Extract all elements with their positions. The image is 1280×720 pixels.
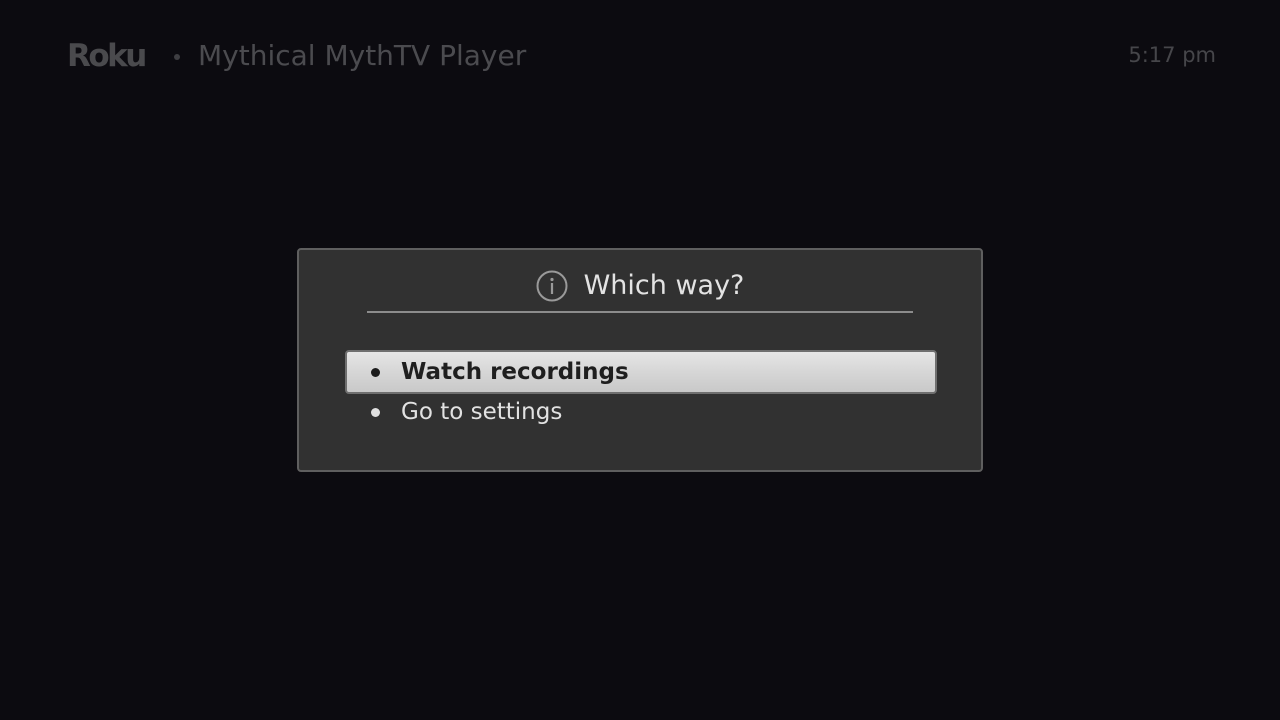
bullet-icon bbox=[371, 408, 380, 417]
info-icon bbox=[536, 270, 568, 302]
option-label: Watch recordings bbox=[401, 359, 629, 385]
app-title: Mythical MythTV Player bbox=[198, 39, 527, 72]
roku-logo: Roku bbox=[67, 38, 147, 74]
dialog-header: Which way? bbox=[299, 266, 981, 306]
option-label: Go to settings bbox=[401, 399, 563, 425]
dialog-divider bbox=[367, 311, 913, 313]
dialog-title: Which way? bbox=[583, 270, 745, 301]
option-watch-recordings[interactable]: Watch recordings bbox=[345, 350, 937, 394]
screen: Roku Mythical MythTV Player 5:17 pm Whic… bbox=[0, 0, 1280, 720]
option-go-to-settings[interactable]: Go to settings bbox=[345, 390, 937, 434]
bullet-icon bbox=[371, 368, 380, 377]
choice-dialog: Which way? Watch recordings Go to settin… bbox=[297, 248, 983, 472]
clock: 5:17 pm bbox=[1128, 43, 1216, 67]
options-list: Watch recordings Go to settings bbox=[345, 350, 937, 430]
header-separator-dot bbox=[174, 54, 180, 60]
header: Roku Mythical MythTV Player 5:17 pm bbox=[0, 0, 1280, 110]
